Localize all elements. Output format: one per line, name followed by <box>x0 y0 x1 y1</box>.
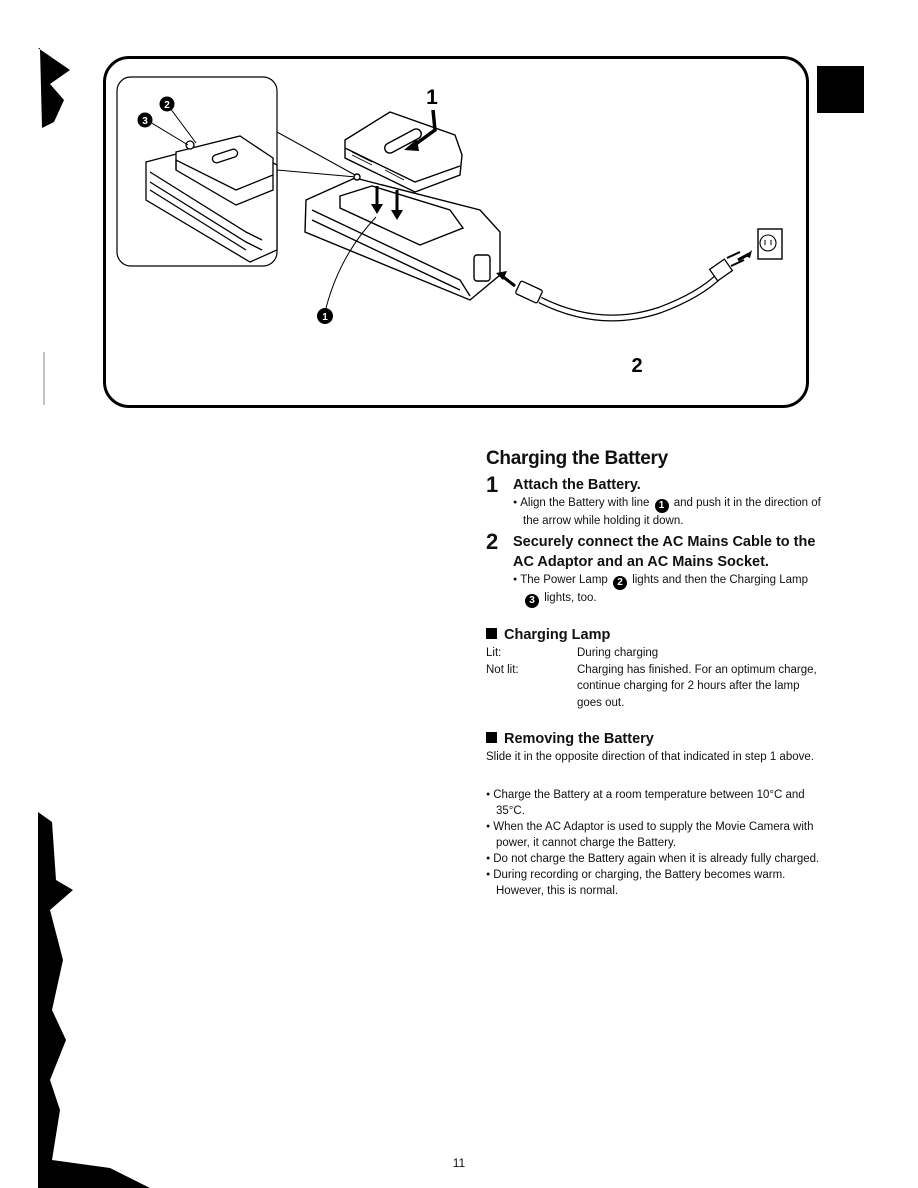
bullet-text: lights and then the Charging Lamp <box>629 574 809 586</box>
callout-1-badge: 1 <box>317 308 333 324</box>
figure-step-2-label: 2 <box>631 355 642 377</box>
lamp-row: Lit: During charging <box>486 645 826 662</box>
removing-heading: Removing the Battery <box>486 729 826 749</box>
bullet-text: The Power Lamp <box>520 574 611 586</box>
main-charger <box>304 173 501 301</box>
callout-3-label: 3 <box>142 116 148 127</box>
note-item: Charge the Battery at a room temperature… <box>486 787 826 819</box>
figure-step-1-label: 1 <box>426 86 438 109</box>
inset-charger <box>145 135 278 263</box>
ac-mains-cable <box>515 251 745 322</box>
note-item: Do not charge the Battery again when it … <box>486 851 826 867</box>
step-2: 2 Securely connect the AC Mains Cable to… <box>486 530 826 608</box>
zoom-line-top <box>276 131 356 176</box>
step-bullet: The Power Lamp 2 lights and then the Cha… <box>513 572 826 608</box>
instructions-column: Charging the Battery 1 Attach the Batter… <box>486 446 826 899</box>
callout-2-label: 2 <box>164 100 170 111</box>
callout-2-badge: 2 <box>159 96 175 112</box>
square-bullet-icon <box>486 732 497 743</box>
step-bullet: Align the Battery with line 1 and push i… <box>513 495 826 529</box>
step-title: Securely connect the AC Mains Cable to t… <box>513 534 816 570</box>
page-number: 11 <box>452 1156 466 1170</box>
zoom-line-bottom <box>276 169 357 178</box>
bullet-text: lights, too. <box>541 592 597 604</box>
charger-illustration: 2 3 1 1 2 <box>116 76 783 377</box>
page-title: Charging the Battery <box>486 448 668 469</box>
callout-1-ref: 1 <box>654 499 669 513</box>
note-item: During recording or charging, the Batter… <box>486 867 826 899</box>
callout-2-ref: 2 <box>613 576 627 590</box>
lamp-meaning: Charging has finished. For an optimum ch… <box>577 663 817 709</box>
removing-text: Slide it in the opposite direction of th… <box>486 751 814 763</box>
lamp-state: Lit: <box>486 647 502 659</box>
square-bullet-icon <box>486 628 497 639</box>
scan-edge-bottom-left <box>38 812 150 1188</box>
step-number: 1 <box>486 472 499 497</box>
callout-3-badge: 3 <box>137 112 153 128</box>
note-item: When the AC Adaptor is used to supply th… <box>486 819 826 851</box>
step-number: 2 <box>486 529 499 554</box>
leader-line-3 <box>149 121 189 146</box>
step-title: Attach the Battery. <box>513 477 641 493</box>
leader-line-2 <box>169 107 197 144</box>
bullet-text: Align the Battery with line <box>520 497 653 509</box>
lamp-meaning: During charging <box>577 647 659 659</box>
step-1: 1 Attach the Battery. Align the Battery … <box>486 473 826 529</box>
charging-lamp-heading: Charging Lamp <box>486 625 826 645</box>
heading-text: Removing the Battery <box>504 731 654 747</box>
lamp-state: Not lit: <box>486 663 519 676</box>
callout-1-label: 1 <box>322 312 328 323</box>
wall-socket-icon <box>757 228 783 260</box>
notes-list: Charge the Battery at a room temperature… <box>486 787 826 899</box>
lamp-row: Not lit: Charging has finished. For an o… <box>486 662 826 712</box>
heading-text: Charging Lamp <box>504 627 611 643</box>
callout-3-ref: 3 <box>525 594 539 608</box>
